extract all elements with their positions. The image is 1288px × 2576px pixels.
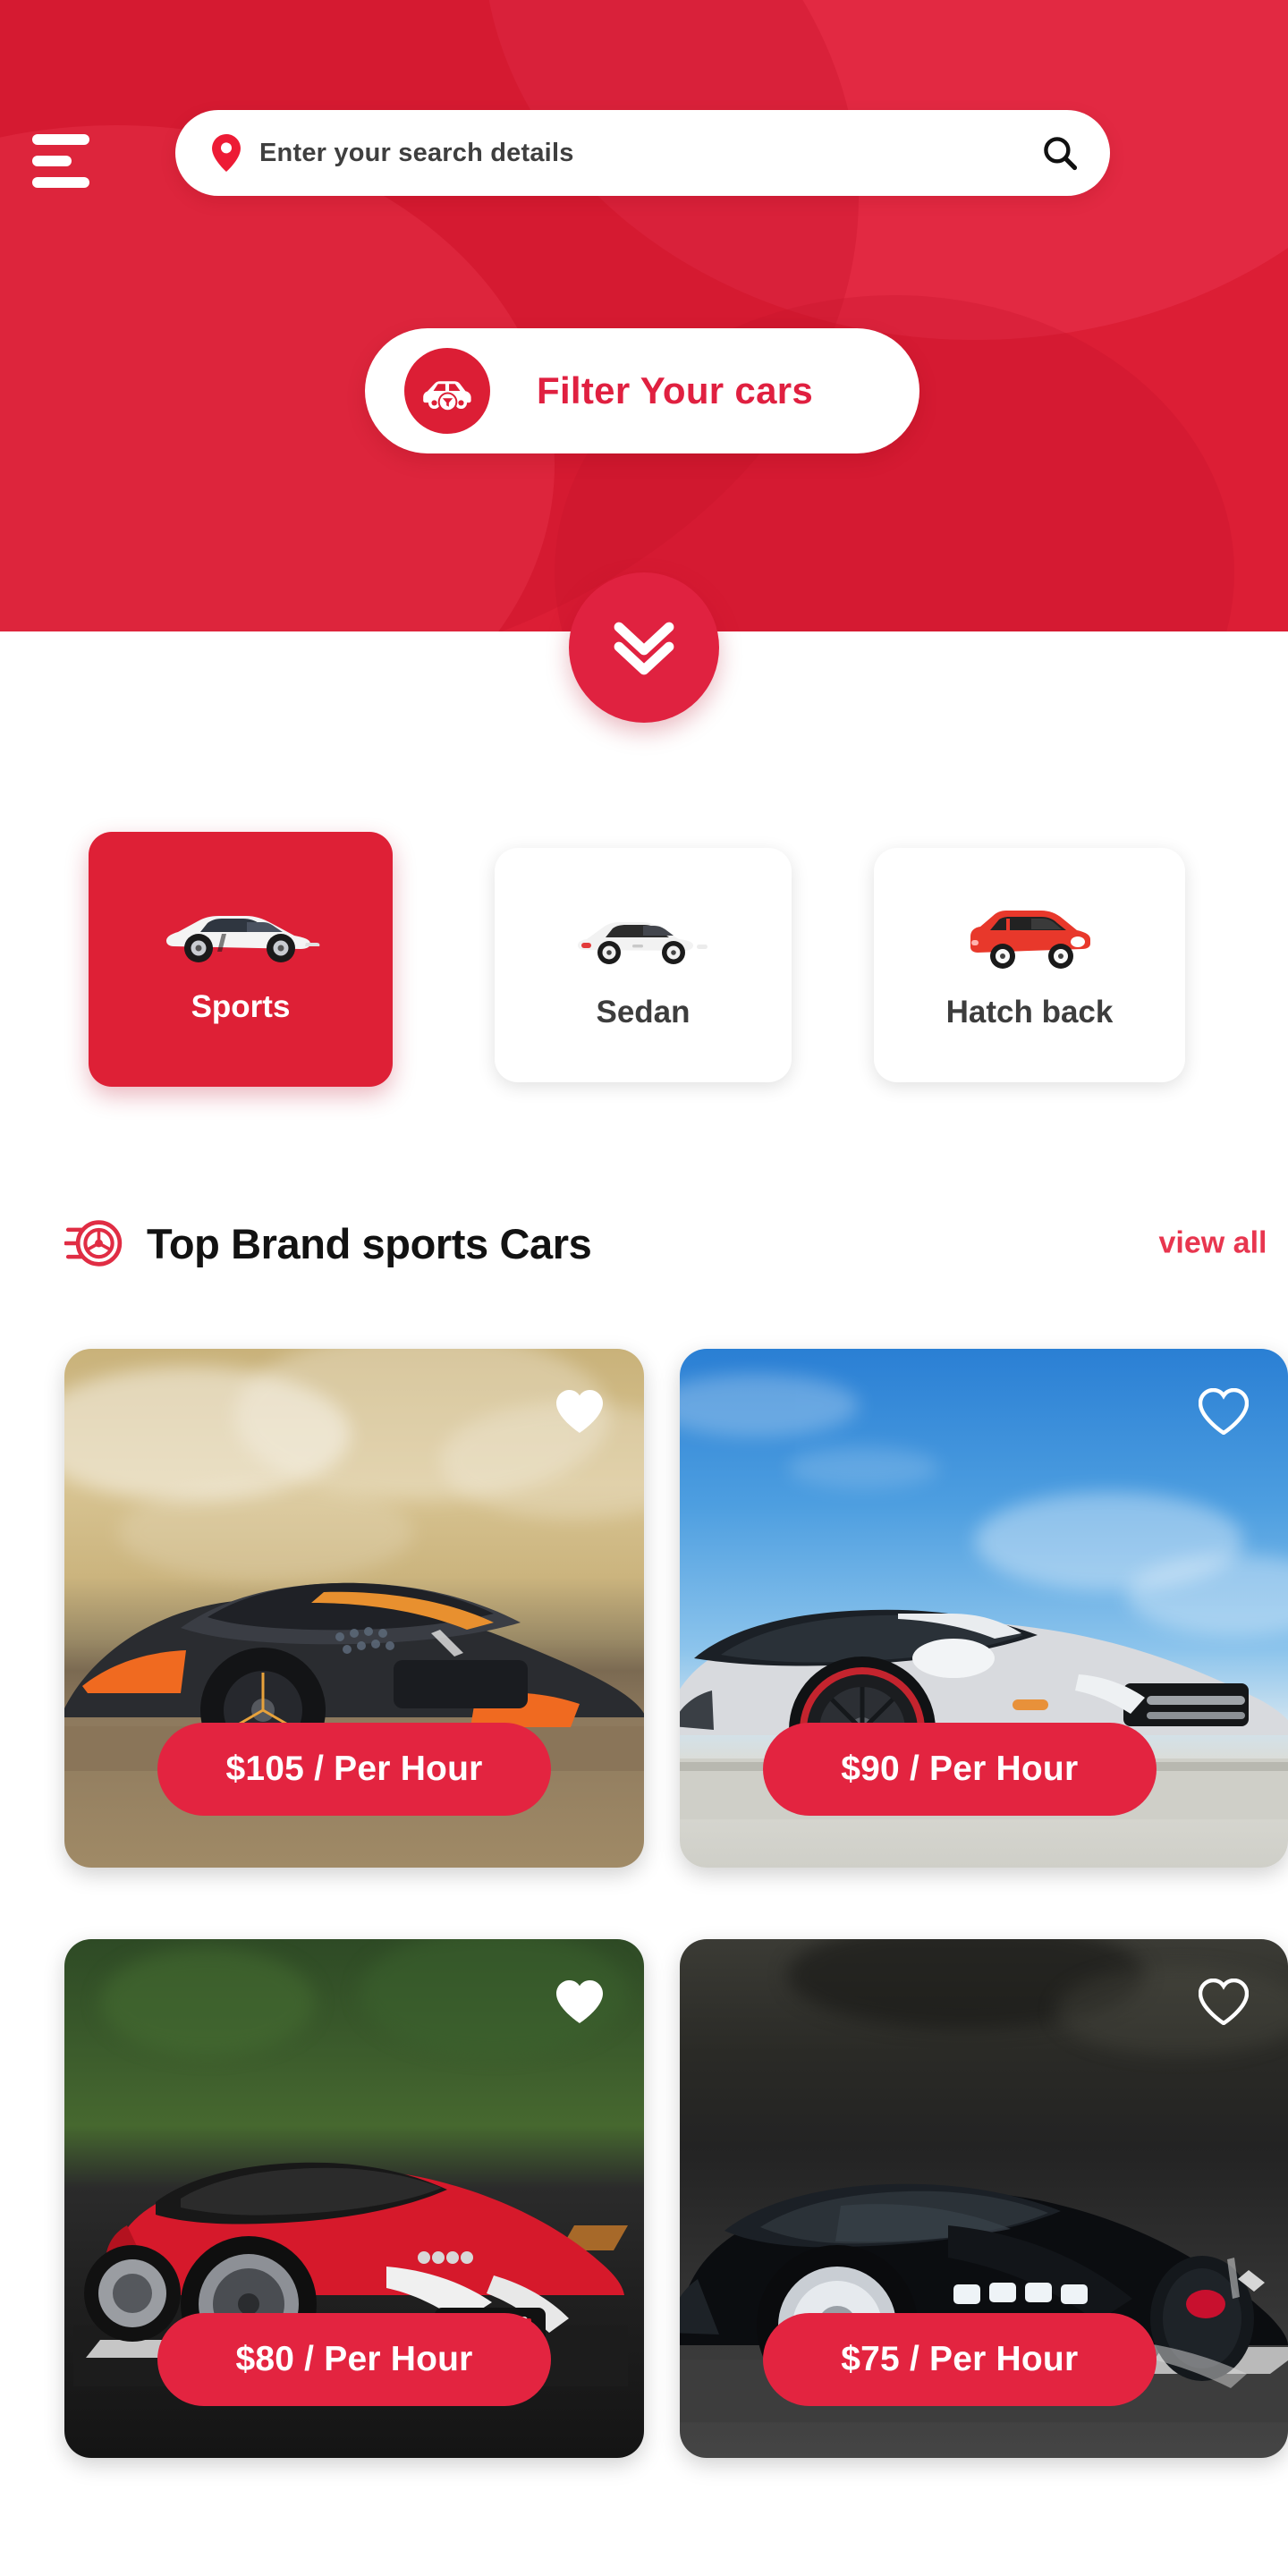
- search-icon[interactable]: [1040, 133, 1080, 173]
- hamburger-menu-icon[interactable]: [32, 129, 102, 193]
- car-card[interactable]: $90 / Per Hour: [680, 1349, 1288, 1868]
- category-label: Hatch back: [945, 995, 1114, 1030]
- filter-button-label: Filter Your cars: [537, 369, 814, 411]
- favorite-heart-icon[interactable]: [555, 1388, 605, 1435]
- hamburger-bar-top: [32, 134, 89, 145]
- scroll-down-button[interactable]: [569, 572, 719, 723]
- search-bar[interactable]: [175, 110, 1110, 196]
- tire-wheel-icon: [64, 1220, 123, 1267]
- price-badge: $80 / Per Hour: [157, 2313, 551, 2406]
- car-card[interactable]: $75 / Per Hour: [680, 1939, 1288, 2458]
- search-input[interactable]: [259, 138, 1040, 168]
- category-card-hatchback[interactable]: Hatch back: [874, 848, 1185, 1082]
- favorite-heart-icon[interactable]: [555, 1979, 605, 2025]
- sedan-car-icon: [575, 900, 711, 982]
- hamburger-bar-bottom: [32, 177, 89, 188]
- app-screen: Filter Your cars: [0, 0, 1288, 2576]
- favorite-heart-icon[interactable]: [1199, 1388, 1249, 1435]
- double-chevron-down-icon: [614, 622, 674, 675]
- category-card-sedan[interactable]: Sedan: [495, 848, 792, 1082]
- category-selector: Sports Sedan Hatch back: [0, 823, 1288, 1091]
- category-card-sports[interactable]: Sports: [89, 832, 393, 1087]
- view-all-link[interactable]: view all: [1123, 1226, 1288, 1261]
- header-decoration-blob-b: [0, 0, 859, 631]
- section-header: Top Brand sports Cars view all: [0, 1203, 1288, 1284]
- car-card[interactable]: $105 / Per Hour: [64, 1349, 644, 1868]
- category-label: Sports: [191, 988, 291, 1024]
- price-badge: $90 / Per Hour: [762, 1723, 1157, 1816]
- car-filter-icon: [404, 348, 490, 434]
- page-title: Top Brand sports Cars: [147, 1219, 592, 1267]
- category-label: Sedan: [596, 995, 691, 1030]
- hamburger-bar-middle: [32, 156, 72, 166]
- car-funnel-glyph: [423, 381, 471, 412]
- price-badge: $105 / Per Hour: [157, 1723, 551, 1816]
- price-badge: $75 / Per Hour: [762, 2313, 1157, 2406]
- filter-your-cars-button[interactable]: Filter Your cars: [365, 328, 919, 453]
- header: Filter Your cars: [0, 0, 1288, 631]
- favorite-heart-icon[interactable]: [1199, 1979, 1249, 2025]
- hatchback-car-icon: [967, 900, 1092, 982]
- sports-car-icon: [161, 894, 320, 977]
- car-card[interactable]: $80 / Per Hour: [64, 1939, 644, 2458]
- location-pin-icon: [212, 134, 241, 172]
